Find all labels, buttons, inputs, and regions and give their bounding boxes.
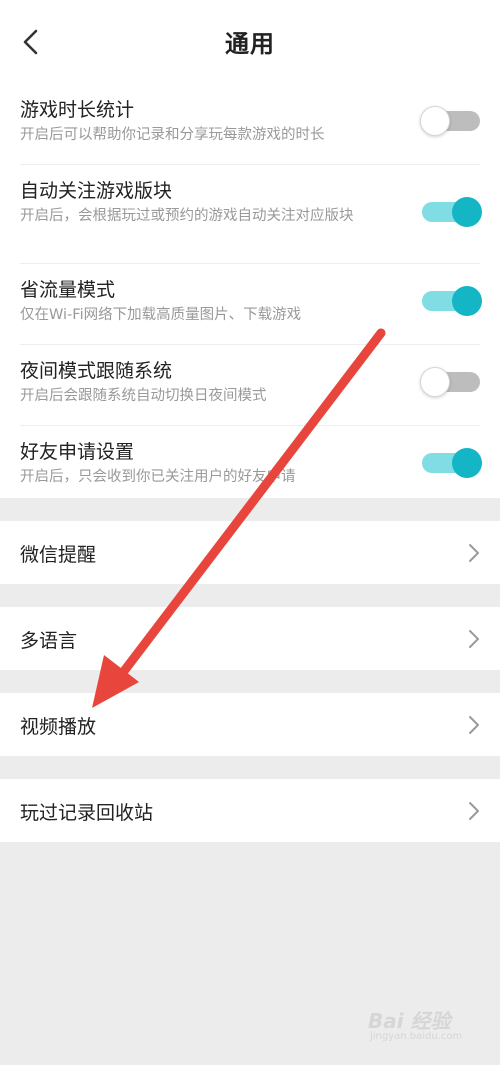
- header-bar: 通用: [0, 0, 500, 84]
- setting-friend-request: 好友申请设置 开启后，只会收到你已关注用户的好友申请: [20, 426, 482, 506]
- friend-request-switch[interactable]: [420, 448, 482, 478]
- chevron-right-icon: [469, 630, 479, 648]
- nav-label: 微信提醒: [20, 544, 97, 566]
- nav-label: 多语言: [20, 630, 78, 652]
- watermark-url: jingyan.baidu.com: [370, 1031, 463, 1042]
- nav-row-video-playback[interactable]: 视频播放: [0, 693, 500, 756]
- toggle-settings-list: 游戏时长统计 开启后可以帮助你记录和分享玩每款游戏的时长 自动关注游戏版块 开启…: [0, 84, 500, 498]
- setting-game-time-stats: 游戏时长统计 开启后可以帮助你记录和分享玩每款游戏的时长: [20, 84, 480, 165]
- auto-follow-section-switch[interactable]: [420, 197, 482, 227]
- switch-knob: [452, 286, 482, 316]
- setting-description: 开启后可以帮助你记录和分享玩每款游戏的时长: [20, 127, 325, 143]
- nav-label: 视频播放: [20, 716, 97, 738]
- setting-description: 开启后会跟随系统自动切换日夜间模式: [20, 388, 267, 404]
- nav-row-wechat-reminder[interactable]: 微信提醒: [0, 521, 500, 584]
- setting-description: 仅在Wi-Fi网络下加载高质量图片、下载游戏: [20, 307, 302, 323]
- nav-label: 玩过记录回收站: [20, 802, 154, 824]
- chevron-right-icon: [469, 716, 479, 734]
- page-title: 通用: [225, 30, 275, 58]
- setting-title: 自动关注游戏版块: [20, 180, 173, 202]
- setting-night-mode-follow-system: 夜间模式跟随系统 开启后会跟随系统自动切换日夜间模式: [20, 345, 480, 426]
- switch-knob: [452, 448, 482, 478]
- setting-title: 夜间模式跟随系统: [20, 360, 173, 382]
- nav-row-multi-language[interactable]: 多语言: [0, 607, 500, 670]
- chevron-right-icon: [469, 544, 479, 562]
- setting-title: 游戏时长统计: [20, 99, 135, 121]
- watermark-brand: Bai 经验: [368, 1009, 451, 1033]
- switch-knob: [420, 367, 450, 397]
- night-mode-follow-system-switch[interactable]: [420, 367, 482, 397]
- nav-row-recycle-bin[interactable]: 玩过记录回收站: [0, 779, 500, 842]
- setting-description: 开启后，只会收到你已关注用户的好友申请: [20, 469, 296, 485]
- chevron-right-icon: [469, 802, 479, 820]
- setting-title: 好友申请设置: [20, 441, 135, 463]
- setting-title: 省流量模式: [20, 279, 116, 301]
- setting-description: 开启后，会根据玩过或预约的游戏自动关注对应版块: [20, 208, 354, 224]
- baidu-jingyan-watermark: Bai 经验 jingyan.baidu.com: [368, 1003, 486, 1047]
- switch-knob: [420, 106, 450, 136]
- setting-data-saver-mode: 省流量模式 仅在Wi-Fi网络下加载高质量图片、下载游戏: [20, 264, 482, 345]
- game-time-stats-switch[interactable]: [420, 106, 482, 136]
- switch-knob: [452, 197, 482, 227]
- data-saver-mode-switch[interactable]: [420, 286, 482, 316]
- setting-auto-follow-section: 自动关注游戏版块 开启后，会根据玩过或预约的游戏自动关注对应版块: [20, 165, 482, 264]
